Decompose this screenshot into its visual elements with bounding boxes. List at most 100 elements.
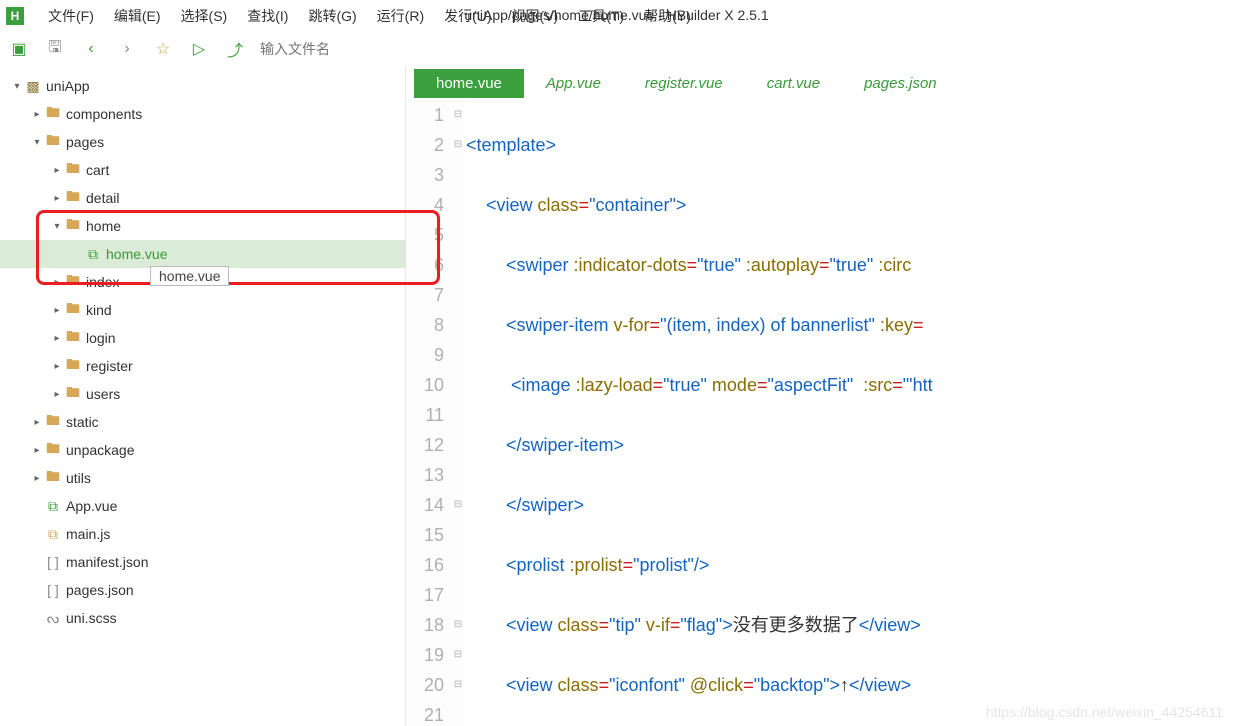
line-number: 9 bbox=[406, 340, 444, 370]
tree-components[interactable]: ▸ 🖿 components bbox=[0, 100, 405, 128]
line-number: 13 bbox=[406, 460, 444, 490]
preview-icon[interactable]: ⤴ bbox=[224, 37, 246, 61]
tree-manifest-json[interactable]: [ ] manifest.json bbox=[0, 548, 405, 576]
favorite-icon[interactable]: ☆ bbox=[152, 39, 174, 59]
code-line[interactable]: <swiper :indicator-dots="true" :autoplay… bbox=[466, 250, 1233, 280]
project-explorer[interactable]: ▾ ▩ uniApp ▸ 🖿 components ▾ 🖿 pages ▸ 🖿 … bbox=[0, 66, 405, 726]
fold-icon[interactable]: ⊟ bbox=[450, 130, 466, 160]
tree-label: detail bbox=[86, 190, 119, 206]
fold-icon bbox=[450, 400, 466, 430]
tree-pages[interactable]: ▾ 🖿 pages bbox=[0, 128, 405, 156]
save-icon[interactable]: 🖫 bbox=[44, 36, 66, 63]
fold-icon bbox=[450, 340, 466, 370]
line-number: 6 bbox=[406, 250, 444, 280]
menu-edit[interactable]: 编辑(E) bbox=[104, 6, 171, 26]
nav-back-icon[interactable]: ‹ bbox=[80, 40, 102, 58]
fold-icon[interactable]: ⊟ bbox=[450, 610, 466, 640]
line-number: 12 bbox=[406, 430, 444, 460]
code-line[interactable]: </swiper> bbox=[466, 490, 1233, 520]
code-line[interactable]: <view class="container"> bbox=[466, 190, 1233, 220]
chevron-right-icon: ▸ bbox=[30, 473, 44, 484]
fold-icon bbox=[450, 460, 466, 490]
code-line[interactable]: <view class="iconfont" @click="backtop">… bbox=[466, 670, 1233, 700]
code-area[interactable]: 1 2 3 4 5 6 7 8 9 10 11 12 13 14 15 16 1… bbox=[406, 100, 1233, 726]
fold-icon bbox=[450, 190, 466, 220]
fold-icon bbox=[450, 250, 466, 280]
menu-goto[interactable]: 跳转(G) bbox=[298, 6, 366, 26]
tab-pages-json[interactable]: pages.json bbox=[842, 69, 959, 98]
code-line[interactable]: <swiper-item v-for="(item, index) of ban… bbox=[466, 310, 1233, 340]
tree-pages-json[interactable]: [ ] pages.json bbox=[0, 576, 405, 604]
editor-pane: home.vue App.vue register.vue cart.vue p… bbox=[405, 66, 1233, 726]
tab-register-vue[interactable]: register.vue bbox=[623, 69, 745, 98]
tree-uni-scss[interactable]: ᔓ uni.scss bbox=[0, 604, 405, 632]
code-line[interactable]: </swiper-item> bbox=[466, 430, 1233, 460]
tree-unpackage[interactable]: ▸ 🖿 unpackage bbox=[0, 436, 405, 464]
vue-file-icon: ⧉ bbox=[84, 246, 102, 263]
code-line[interactable]: <template> bbox=[466, 130, 1233, 160]
tree-label: kind bbox=[86, 302, 112, 318]
fold-icon bbox=[450, 280, 466, 310]
tree-detail[interactable]: ▸ 🖿 detail bbox=[0, 184, 405, 212]
menu-select[interactable]: 选择(S) bbox=[171, 6, 238, 26]
chevron-right-icon: ▸ bbox=[50, 361, 64, 372]
tree-users[interactable]: ▸ 🖿 users bbox=[0, 380, 405, 408]
fold-icon bbox=[450, 310, 466, 340]
line-number: 19 bbox=[406, 640, 444, 670]
fold-icon[interactable]: ⊟ bbox=[450, 670, 466, 700]
tree-label: manifest.json bbox=[66, 554, 148, 570]
tab-app-vue[interactable]: App.vue bbox=[524, 69, 623, 98]
tree-app-vue[interactable]: ⧉ App.vue bbox=[0, 492, 405, 520]
menu-find[interactable]: 查找(I) bbox=[237, 6, 298, 26]
chevron-right-icon: ▸ bbox=[30, 417, 44, 428]
tree-home[interactable]: ▾ 🖿 home bbox=[0, 212, 405, 240]
fold-icon[interactable]: ⊟ bbox=[450, 640, 466, 670]
tree-label: utils bbox=[66, 470, 91, 486]
json-file-icon: [ ] bbox=[44, 554, 62, 570]
tree-label: users bbox=[86, 386, 120, 402]
fold-icon bbox=[450, 220, 466, 250]
tree-kind[interactable]: ▸ 🖿 kind bbox=[0, 296, 405, 324]
chevron-down-icon: ▾ bbox=[30, 137, 44, 148]
line-number: 5 bbox=[406, 220, 444, 250]
chevron-right-icon: ▸ bbox=[50, 333, 64, 344]
tree-label: home.vue bbox=[106, 246, 167, 262]
tree-home-vue[interactable]: ⧉ home.vue bbox=[0, 240, 405, 268]
menu-file[interactable]: 文件(F) bbox=[38, 6, 104, 26]
tree-label: App.vue bbox=[66, 498, 117, 514]
code-line[interactable]: <view class="tip" v-if="flag">没有更多数据了</v… bbox=[466, 610, 1233, 640]
new-window-icon[interactable]: ▣ bbox=[8, 39, 30, 59]
line-number: 3 bbox=[406, 160, 444, 190]
code-lines[interactable]: <template> <view class="container"> <swi… bbox=[466, 100, 1233, 726]
tree-label: uni.scss bbox=[66, 610, 117, 626]
fold-icon[interactable]: ⊟ bbox=[450, 490, 466, 520]
fold-icon bbox=[450, 700, 466, 726]
line-number: 7 bbox=[406, 280, 444, 310]
line-number: 2 bbox=[406, 130, 444, 160]
fold-icon[interactable]: ⊟ bbox=[450, 100, 466, 130]
run-icon[interactable]: ▷ bbox=[188, 39, 210, 59]
js-file-icon: ⧉ bbox=[44, 526, 62, 543]
nav-forward-icon[interactable]: › bbox=[116, 40, 138, 58]
tree-cart[interactable]: ▸ 🖿 cart bbox=[0, 156, 405, 184]
filename-input[interactable] bbox=[260, 41, 460, 57]
tree-register[interactable]: ▸ 🖿 register bbox=[0, 352, 405, 380]
line-number: 18 bbox=[406, 610, 444, 640]
line-number: 17 bbox=[406, 580, 444, 610]
tree-label: cart bbox=[86, 162, 109, 178]
fold-gutter[interactable]: ⊟ ⊟ ⊟ ⊟ ⊟ ⊟ bbox=[450, 100, 466, 726]
vue-file-icon: ⧉ bbox=[44, 498, 62, 515]
code-line[interactable]: <prolist :prolist="prolist"/> bbox=[466, 550, 1233, 580]
tree-root[interactable]: ▾ ▩ uniApp bbox=[0, 72, 405, 100]
tree-utils[interactable]: ▸ 🖿 utils bbox=[0, 464, 405, 492]
tab-home-vue[interactable]: home.vue bbox=[414, 69, 524, 98]
chevron-right-icon: ▸ bbox=[30, 445, 44, 456]
toolbar: ▣ 🖫 ‹ › ☆ ▷ ⤴ bbox=[0, 32, 1233, 66]
code-line[interactable]: <image :lazy-load="true" mode="aspectFit… bbox=[466, 370, 1233, 400]
tree-main-js[interactable]: ⧉ main.js bbox=[0, 520, 405, 548]
tree-login[interactable]: ▸ 🖿 login bbox=[0, 324, 405, 352]
folder-icon: 🖿 bbox=[44, 102, 62, 126]
tab-cart-vue[interactable]: cart.vue bbox=[745, 69, 842, 98]
tree-static[interactable]: ▸ 🖿 static bbox=[0, 408, 405, 436]
line-number: 21 bbox=[406, 700, 444, 726]
